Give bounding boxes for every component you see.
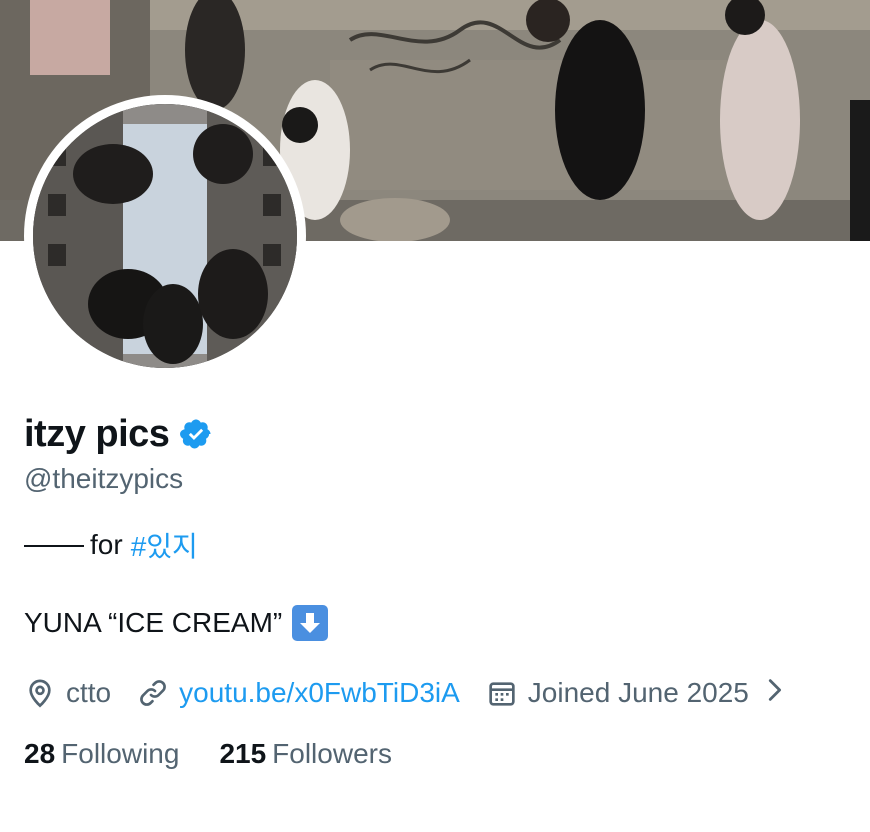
display-name: itzy pics xyxy=(24,412,170,455)
name-row: itzy pics xyxy=(24,408,213,460)
following-label: Following xyxy=(61,738,180,769)
user-handle: @theitzypics xyxy=(24,463,184,494)
verified-badge-icon[interactable] xyxy=(179,417,213,451)
bio-dash xyxy=(24,545,84,547)
bio-hashtag-link[interactable]: #있지 xyxy=(131,525,198,565)
website-item[interactable]: youtu.be/x0FwbTiD3iA xyxy=(137,677,460,709)
location-item: ctto xyxy=(24,677,111,709)
following-stat[interactable]: 28 Following xyxy=(24,738,179,770)
profile-meta: ctto youtu.be/x0FwbTiD3iA Joined June 20… xyxy=(24,672,789,714)
location-text: ctto xyxy=(66,677,112,708)
bio-prefix: for xyxy=(90,529,123,560)
location-pin-icon xyxy=(29,679,51,708)
followers-stat[interactable]: 215 Followers xyxy=(219,738,392,770)
following-count: 28 xyxy=(24,738,56,769)
followers-label: Followers xyxy=(272,738,392,769)
link-icon xyxy=(140,680,167,706)
bio-text: YUNA “ICE CREAM” xyxy=(24,607,283,638)
down-arrow-emoji-icon xyxy=(292,605,329,641)
follow-stats: 28 Following 215 Followers xyxy=(24,738,432,770)
bio-line-2: YUNA “ICE CREAM” xyxy=(24,605,329,641)
joined-item[interactable]: Joined June 2025 xyxy=(486,677,749,709)
avatar[interactable] xyxy=(33,104,297,368)
joined-text: Joined June 2025 xyxy=(527,677,749,708)
followers-count: 215 xyxy=(219,738,267,769)
website-link[interactable]: youtu.be/x0FwbTiD3iA xyxy=(179,677,460,709)
bio-line-1: for #있지 xyxy=(24,525,198,565)
chevron-right-icon[interactable] xyxy=(759,675,789,712)
calendar-icon xyxy=(489,682,515,706)
